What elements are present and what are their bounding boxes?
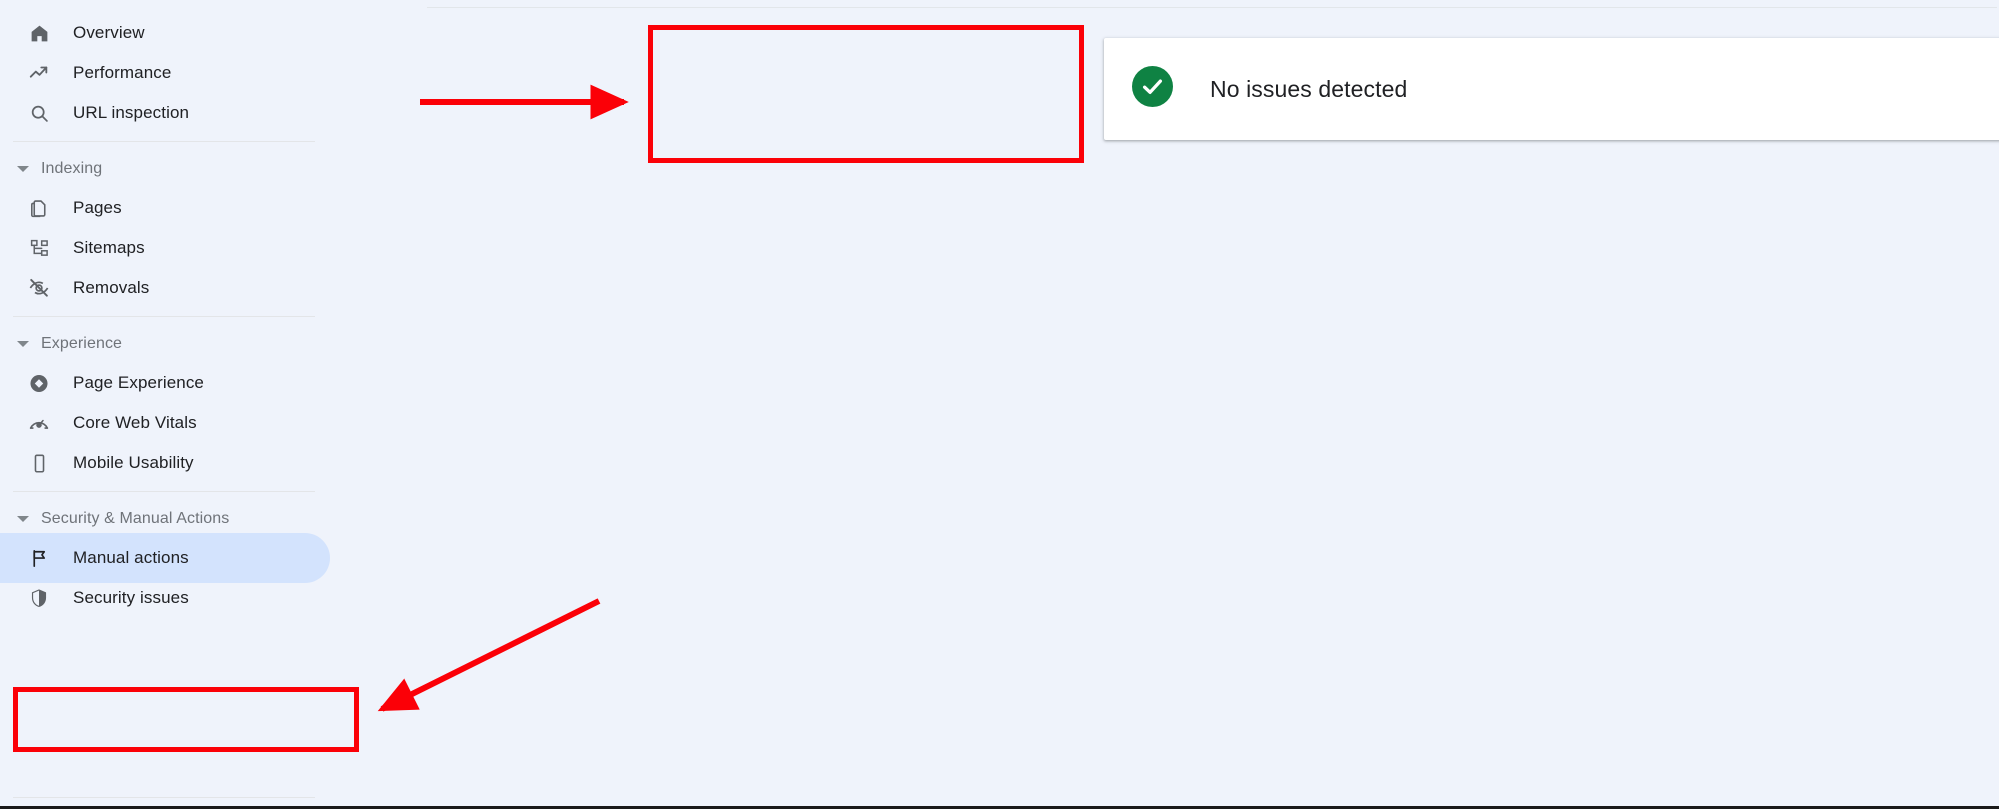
sidebar-item-label: Page Experience — [73, 373, 204, 392]
sidebar-divider — [13, 797, 315, 798]
caret-down-icon — [17, 166, 29, 172]
page-experience-diamond-icon — [28, 372, 50, 394]
sidebar-section-security-manual-actions[interactable]: Security & Manual Actions — [0, 504, 340, 534]
sidebar-item-security-issues[interactable]: Security issues — [0, 573, 340, 623]
check-circle-icon — [1132, 66, 1173, 107]
shield-icon — [28, 587, 50, 609]
sidebar-item-label: Security issues — [73, 588, 189, 607]
search-icon — [28, 102, 50, 124]
caret-down-icon — [17, 341, 29, 347]
caret-down-icon — [17, 516, 29, 522]
sidebar-item-removals[interactable]: Removals — [0, 263, 340, 313]
google-search-console-page: Overview Performance URL inspection Inde… — [0, 0, 1999, 809]
sidebar-item-mobile-usability[interactable]: Mobile Usability — [0, 438, 340, 488]
pages-copy-icon — [28, 197, 50, 219]
home-icon — [28, 22, 50, 44]
eye-off-icon — [28, 277, 50, 299]
manual-actions-status-card: No issues detected — [1104, 38, 1999, 140]
sidebar-section-indexing[interactable]: Indexing — [0, 154, 340, 184]
sidebar-item-label: Manual actions — [73, 548, 189, 567]
sidebar-item-label: Sitemaps — [73, 238, 145, 257]
sidebar-item-label: Removals — [73, 278, 150, 297]
sidebar-navigation: Overview Performance URL inspection Inde… — [0, 0, 420, 806]
sidebar-divider — [13, 316, 315, 317]
sidebar-item-label: Pages — [73, 198, 122, 217]
sidebar-item-label: URL inspection — [73, 103, 190, 122]
sidebar-section-label: Experience — [41, 335, 123, 352]
sidebar-item-url-inspection[interactable]: URL inspection — [0, 88, 340, 138]
sidebar-item-label: Overview — [73, 23, 145, 42]
trending-up-icon — [28, 62, 50, 84]
sidebar-divider — [13, 491, 315, 492]
content-top-divider — [427, 7, 1997, 8]
sidebar-divider — [13, 141, 315, 142]
sidebar-item-label: Mobile Usability — [73, 453, 194, 472]
sitemap-tree-icon — [28, 237, 50, 259]
mobile-phone-icon — [28, 452, 50, 474]
sidebar-section-experience[interactable]: Experience — [0, 329, 340, 359]
speedometer-icon — [28, 412, 50, 434]
status-message: No issues detected — [1210, 75, 1408, 102]
flag-icon — [28, 547, 50, 569]
sidebar-item-label: Core Web Vitals — [73, 413, 197, 432]
main-content-area: No issues detected — [420, 0, 1999, 806]
sidebar-section-label: Security & Manual Actions — [41, 510, 230, 527]
sidebar-item-label: Performance — [73, 63, 172, 82]
sidebar-section-label: Indexing — [41, 160, 103, 177]
